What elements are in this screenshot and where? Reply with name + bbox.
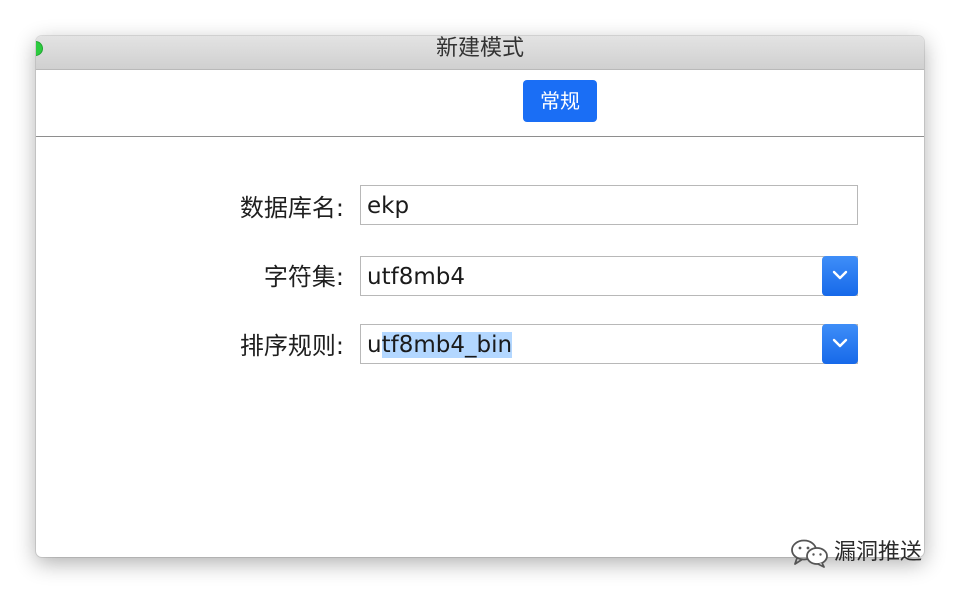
charset-value: utf8mb4 bbox=[367, 264, 465, 290]
database-name-input[interactable]: ekp bbox=[360, 185, 858, 225]
database-name-value: ekp bbox=[367, 193, 410, 219]
new-schema-dialog: 新建模式 常规 数据库名: ekp 字符集: utf8mb4 排序规则: utf… bbox=[36, 36, 924, 557]
tab-general[interactable]: 常规 bbox=[523, 80, 597, 122]
collation-dropdown-button[interactable] bbox=[822, 324, 858, 364]
chevron-down-icon bbox=[832, 270, 848, 280]
collation-label: 排序规则: bbox=[239, 332, 344, 360]
title-bar: 新建模式 bbox=[36, 36, 924, 70]
window-title: 新建模式 bbox=[435, 36, 524, 61]
wechat-icon bbox=[791, 539, 828, 568]
watermark-text: 漏洞推送 bbox=[834, 540, 923, 565]
charset-dropdown-button[interactable] bbox=[822, 256, 858, 296]
chevron-down-icon bbox=[832, 338, 848, 348]
collation-select[interactable]: utf8mb4_bin bbox=[360, 324, 858, 364]
charset-label: 字符集: bbox=[263, 263, 344, 291]
collation-value: utf8mb4_bin bbox=[367, 331, 513, 359]
charset-select[interactable]: utf8mb4 bbox=[360, 256, 858, 296]
collation-value-prefix: u bbox=[367, 332, 382, 358]
database-name-label: 数据库名: bbox=[239, 194, 344, 222]
collation-value-selected: tf8mb4_bin bbox=[381, 332, 513, 358]
tab-bar: 常规 bbox=[36, 70, 924, 137]
